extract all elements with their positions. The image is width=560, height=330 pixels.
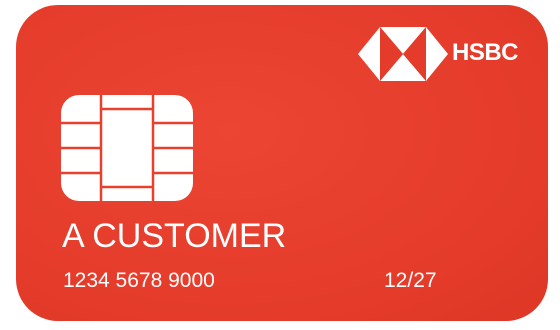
hsbc-hexagon-logo-icon (358, 27, 448, 81)
brand-logo: HSBC (358, 27, 528, 81)
page: HSBC A CUSTOMER 1234 5678 9000 12/27 (0, 0, 560, 330)
card-expiry-date: 12/27 (384, 269, 437, 292)
cardholder-name: A CUSTOMER (62, 217, 287, 255)
credit-card: HSBC A CUSTOMER 1234 5678 9000 12/27 (16, 5, 548, 321)
card-number: 1234 5678 9000 (63, 269, 215, 292)
smart-card-chip-icon (61, 95, 193, 201)
brand-name: HSBC (452, 39, 519, 66)
